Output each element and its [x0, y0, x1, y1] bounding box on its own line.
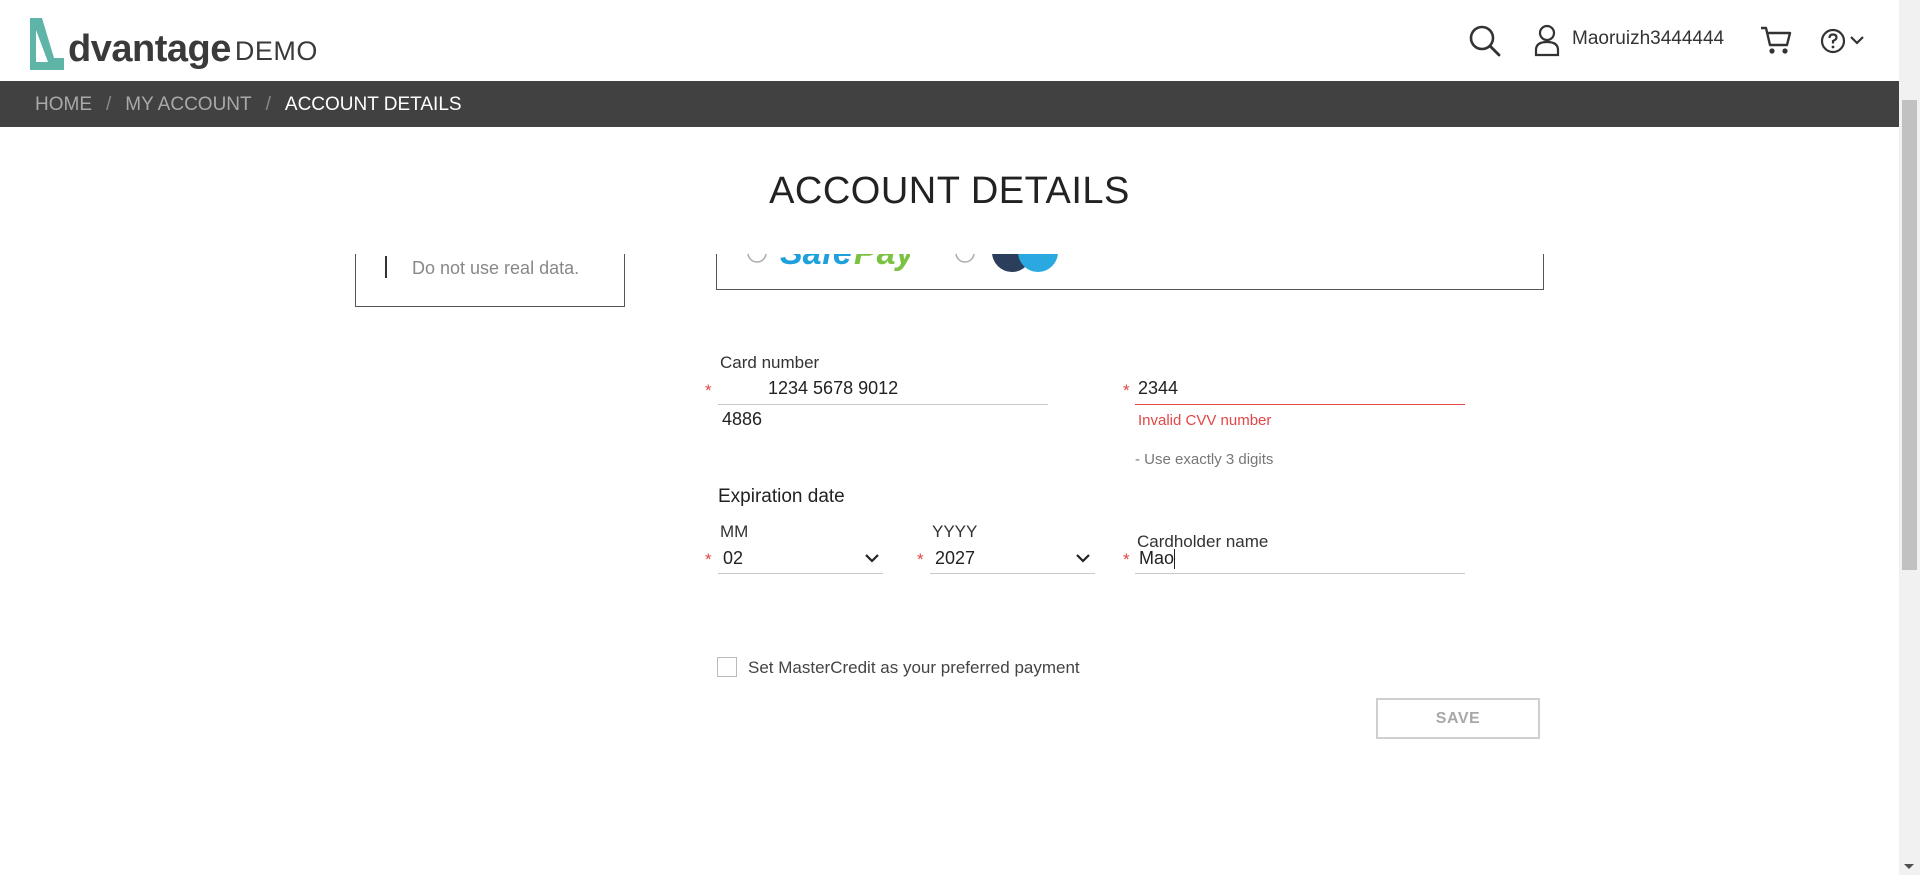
required-mark: * — [1123, 550, 1130, 569]
required-mark: * — [917, 550, 924, 569]
top-header: dvantage DEMO Maoruizh3444444 — [0, 0, 1899, 81]
logo-mark-icon — [30, 18, 64, 70]
cvv-hint-text: - Use exactly 3 digits — [1135, 451, 1274, 468]
required-mark: * — [1123, 381, 1130, 400]
page-title: ACCOUNT DETAILS — [769, 170, 1130, 212]
preferred-payment-label[interactable]: Set MasterCredit as your preferred payme… — [748, 658, 1080, 678]
logo-demo: DEMO — [234, 36, 318, 66]
card-number-input[interactable]: 1234 5678 9012 — [768, 378, 898, 399]
expiration-date-title: Expiration date — [718, 486, 845, 507]
breadcrumb-my-account[interactable]: MY ACCOUNT — [125, 94, 251, 116]
scroll-down-arrow-icon[interactable] — [1904, 864, 1914, 869]
cvv-underline — [1135, 404, 1465, 405]
month-select[interactable]: 02 — [723, 548, 743, 569]
mastercredit-radio-icon[interactable] — [954, 254, 976, 264]
card-number-overflow-text[interactable]: 4886 — [722, 409, 762, 430]
username-link[interactable]: Maoruizh3444444 — [1572, 28, 1724, 50]
search-icon[interactable] — [1468, 24, 1502, 58]
breadcrumb-separator: / — [265, 94, 271, 115]
logo[interactable]: dvantage DEMO — [28, 12, 318, 72]
year-underline — [930, 573, 1095, 574]
safepay-radio-icon[interactable] — [746, 254, 768, 264]
cardholder-name-input[interactable]: Mao — [1139, 548, 1174, 569]
cvv-input[interactable]: 2344 — [1138, 378, 1178, 399]
cvv-error-text: Invalid CVV number — [1138, 412, 1272, 429]
page-scrollbar[interactable] — [1899, 0, 1920, 875]
chevron-down-icon[interactable] — [1076, 553, 1090, 563]
card-number-label: Card number — [720, 353, 820, 372]
chevron-down-icon[interactable] — [865, 553, 879, 563]
info-bar — [385, 256, 387, 278]
required-mark: * — [705, 550, 712, 569]
required-mark: * — [705, 381, 712, 400]
year-label: YYYY — [932, 522, 978, 541]
save-button[interactable]: SAVE — [1376, 698, 1540, 739]
month-underline — [718, 573, 883, 574]
preferred-payment-checkbox[interactable] — [717, 657, 737, 677]
breadcrumb: HOME / MY ACCOUNT / ACCOUNT DETAILS — [0, 81, 1899, 127]
card-number-underline — [718, 404, 1048, 405]
text-cursor — [1174, 549, 1175, 569]
info-box: Do not use real data. — [355, 254, 625, 307]
help-icon[interactable] — [1820, 28, 1846, 54]
safepay-logo-icon: Safe Pay — [780, 254, 910, 272]
breadcrumb-home[interactable]: HOME — [35, 94, 92, 116]
svg-text:Safe: Safe — [780, 254, 852, 272]
breadcrumb-separator: / — [106, 94, 112, 115]
mastercredit-logo-icon — [992, 254, 1058, 272]
cardholder-underline — [1135, 573, 1465, 574]
payment-method-box: Safe Pay — [716, 254, 1544, 290]
scrollbar-thumb[interactable] — [1902, 100, 1917, 570]
month-label: MM — [720, 522, 749, 541]
chevron-down-icon[interactable] — [1850, 35, 1864, 45]
logo-text: dvantage — [68, 28, 231, 70]
breadcrumb-account-details: ACCOUNT DETAILS — [284, 94, 462, 115]
cart-icon[interactable] — [1760, 25, 1792, 56]
year-select[interactable]: 2027 — [935, 548, 975, 569]
user-icon[interactable] — [1534, 24, 1560, 57]
info-text: Do not use real data. — [412, 258, 580, 278]
svg-text:Pay: Pay — [854, 254, 910, 272]
